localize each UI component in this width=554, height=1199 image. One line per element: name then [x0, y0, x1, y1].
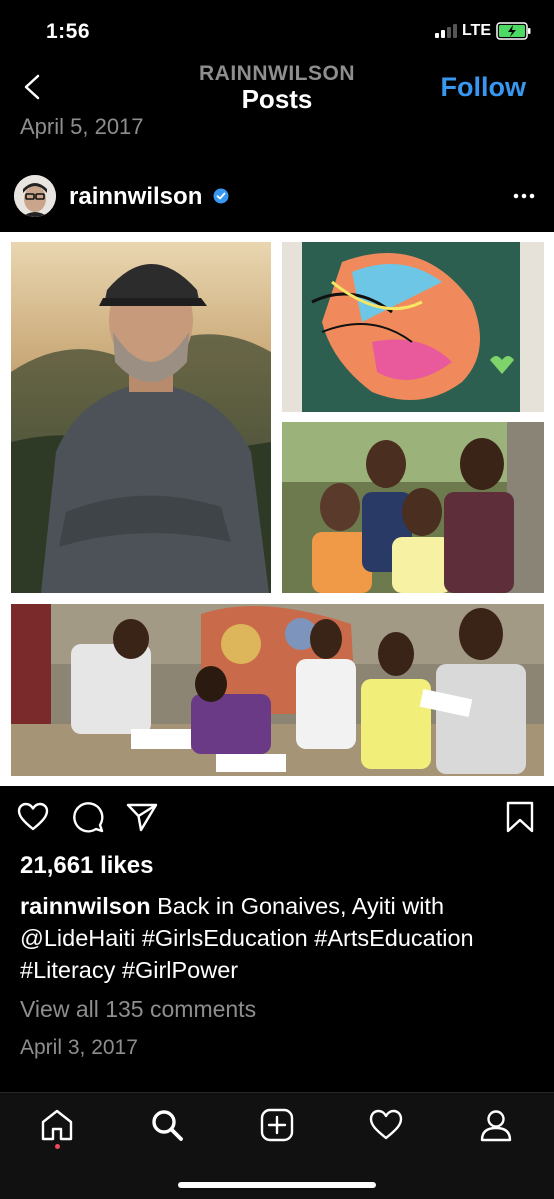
post-caption: rainnwilson Back in Gonaives, Ayiti with…: [20, 890, 540, 986]
share-icon[interactable]: [125, 800, 159, 834]
search-icon[interactable]: [149, 1107, 185, 1143]
network-type: LTE: [461, 22, 491, 39]
status-bar: 1:56 LTE: [0, 0, 554, 56]
bookmark-icon[interactable]: [503, 800, 537, 834]
portrait-photo: [11, 242, 271, 593]
mural-photo: [282, 242, 544, 412]
avatar[interactable]: [14, 175, 56, 217]
post-actions: [0, 796, 554, 840]
profile-icon[interactable]: [478, 1107, 514, 1143]
follow-button[interactable]: Follow: [441, 72, 526, 103]
status-time: 1:56: [46, 20, 91, 43]
battery-charging-icon: [496, 22, 531, 40]
profile-header: RAINNWILSON Posts Follow: [0, 56, 554, 122]
post-username[interactable]: rainnwilson: [69, 183, 202, 211]
signal-icon: [434, 24, 457, 38]
view-comments-link[interactable]: View all 135 comments: [20, 996, 256, 1023]
post-date: April 3, 2017: [20, 1036, 138, 1059]
post-header: rainnwilson: [0, 170, 554, 226]
classroom-photo: [11, 604, 544, 776]
like-heart-icon[interactable]: [16, 800, 50, 834]
comment-icon[interactable]: [71, 800, 105, 834]
home-indicator[interactable]: [178, 1182, 376, 1188]
status-indicators: LTE: [434, 22, 532, 40]
more-options-icon[interactable]: [512, 188, 536, 204]
activity-heart-icon[interactable]: [368, 1107, 404, 1143]
notification-dot: [55, 1144, 60, 1149]
home-icon[interactable]: [39, 1107, 75, 1143]
girls-photo: [282, 422, 544, 593]
add-post-icon[interactable]: [259, 1107, 295, 1143]
caption-username[interactable]: rainnwilson: [20, 893, 151, 919]
verified-badge-icon: [213, 188, 229, 204]
likes-count[interactable]: 21,661 likes: [20, 852, 153, 880]
previous-post-date: April 5, 2017: [20, 114, 144, 139]
post-image[interactable]: [0, 232, 554, 786]
